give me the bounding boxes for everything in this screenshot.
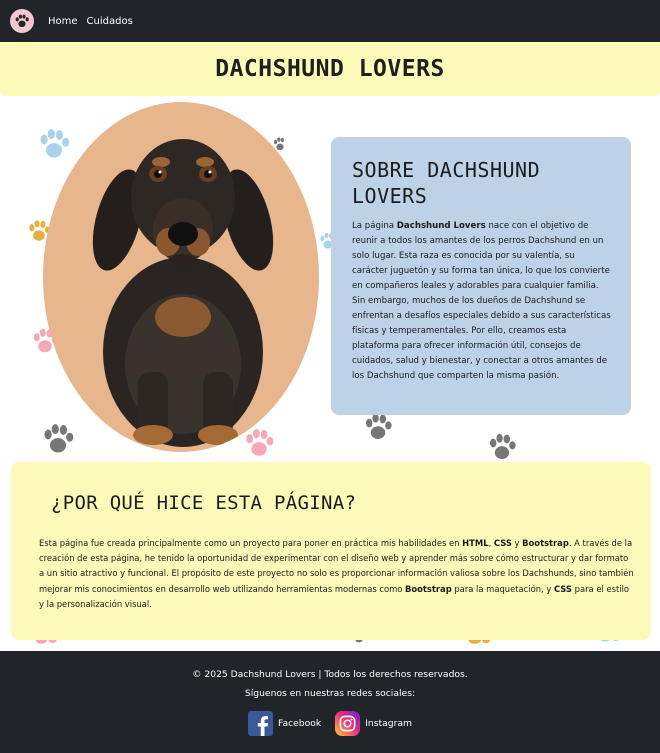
nav-link-home[interactable]: Home: [48, 16, 78, 27]
why-title: ¿POR QUÉ HICE ESTA PÁGINA?: [51, 492, 357, 514]
about-paragraph: La página Dachshund Lovers nace con el o…: [352, 221, 611, 381]
paw-print-icon: [246, 428, 274, 456]
follow-text: Síguenos en nuestras redes sociales:: [244, 688, 416, 699]
paw-print-icon: [44, 424, 74, 453]
copyright-text: © 2025 Dachshund Lovers | Todos los dere…: [192, 669, 468, 680]
instagram-label: Instagram: [365, 718, 412, 729]
header-banner: DACHSHUND LOVERS: [0, 42, 660, 96]
paw-icon: [15, 14, 29, 27]
paw-print-icon: [490, 433, 516, 459]
facebook-label: Facebook: [278, 718, 322, 729]
dachshund-photo: [43, 102, 319, 452]
facebook-icon: [248, 711, 274, 736]
about-title: SOBRE DACHSHUND LOVERS: [352, 158, 541, 208]
instagram-icon: [335, 711, 361, 736]
site-title: DACHSHUND LOVERS: [215, 56, 445, 82]
instagram-link[interactable]: Instagram: [335, 711, 412, 736]
paw-logo-icon[interactable]: [10, 9, 34, 33]
dachshund-illustration: [92, 139, 274, 447]
why-paragraph: Esta página fue creada principalmente co…: [39, 538, 634, 609]
social-links: Facebook Instagram: [0, 711, 660, 736]
facebook-link[interactable]: Facebook: [248, 711, 321, 736]
paw-print-icon: [40, 129, 70, 158]
about-section: SOBRE DACHSHUND LOVERS La página Dachshu…: [331, 137, 631, 415]
footer: © 2025 Dachshund Lovers | Todos los dere…: [0, 651, 660, 753]
navbar: Home Cuidados: [0, 0, 660, 42]
nav-link-cuidados[interactable]: Cuidados: [87, 16, 133, 27]
paw-print-icon: [366, 413, 392, 439]
why-section: ¿POR QUÉ HICE ESTA PÁGINA? Esta página f…: [11, 462, 651, 640]
